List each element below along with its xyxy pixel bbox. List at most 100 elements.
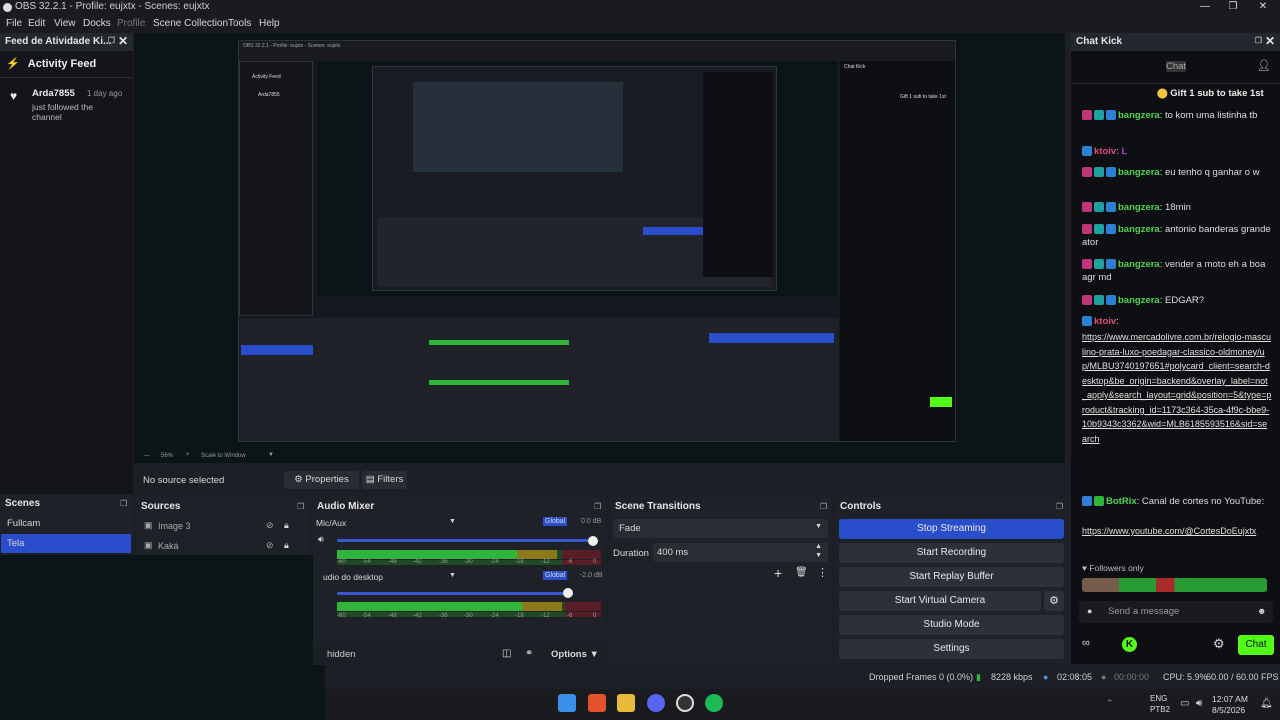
menu-profile[interactable]: Profile (117, 18, 145, 29)
activity-feed-label: Activity Feed (27, 58, 97, 70)
folder-icon[interactable] (617, 694, 635, 712)
transition-select[interactable]: Fade ▼ (613, 519, 828, 538)
channel-mode-badge[interactable]: Global (543, 517, 568, 526)
eye-off-icon[interactable]: ⊘ (266, 540, 274, 551)
menu-scene-collection[interactable]: Scene Collection (153, 18, 228, 29)
emote-row[interactable] (1082, 578, 1267, 592)
close-window-button[interactable]: ✕ (1248, 0, 1278, 15)
menu-view[interactable]: View (54, 18, 76, 29)
menu-help[interactable]: Help (259, 18, 280, 29)
nested-obs-capture: OBS 32.2.1 - Profile: eujxtx - Scenes: e… (238, 40, 956, 442)
close-icon[interactable]: ✕ (1265, 34, 1275, 48)
float-icon[interactable]: ❐ (1255, 36, 1262, 45)
brave-icon[interactable] (588, 694, 606, 712)
clock-time[interactable]: 12:07 AM (1212, 694, 1248, 704)
smile-icon[interactable]: ☻ (1257, 606, 1266, 616)
chat-user[interactable]: bangzera (1118, 167, 1160, 178)
windows-start-icon[interactable] (558, 694, 576, 712)
volume-slider[interactable] (337, 539, 594, 542)
scale-mode[interactable]: Scale to Window (201, 453, 246, 459)
network-icon[interactable]: ▭ (1180, 698, 1189, 709)
chat-user[interactable]: bangzera (1118, 110, 1160, 121)
tray-icon[interactable]: ⌃ (1106, 698, 1114, 709)
stop-streaming-button[interactable]: Stop Streaming (839, 519, 1064, 539)
menu-tools[interactable]: Tools (228, 18, 251, 29)
gear-icon[interactable]: ⚙ (1044, 591, 1064, 611)
volume-icon[interactable]: 🔊︎ (1196, 698, 1202, 709)
filters-button[interactable]: ▤ Filters (362, 471, 407, 489)
chat-input[interactable]: ● Send a message ☻ (1079, 601, 1273, 623)
speaker-icon[interactable]: 🔊︎ (318, 534, 324, 545)
zoom-in-icon[interactable]: + (186, 452, 190, 458)
link-icon[interactable]: ⚭ (525, 648, 533, 659)
chevron-up-icon[interactable]: ▲ (815, 543, 822, 550)
layout-icon[interactable]: ◫ (502, 648, 511, 659)
discord-icon[interactable] (647, 694, 665, 712)
volume-slider[interactable] (337, 592, 567, 595)
float-icon[interactable]: ❐ (108, 36, 115, 45)
lock-icon[interactable]: 🔒︎ (284, 540, 289, 551)
keyboard-layout[interactable]: PTB2 (1150, 705, 1170, 714)
float-icon[interactable]: ❐ (820, 502, 827, 511)
gear-icon[interactable]: ⚙ (1213, 636, 1225, 652)
users-icon[interactable]: 👤︎ (1257, 59, 1271, 72)
settings-button[interactable]: Settings (839, 639, 1064, 659)
lock-icon[interactable]: 🔒︎ (284, 520, 289, 531)
add-icon[interactable]: + (774, 565, 782, 581)
start-virtual-camera-button[interactable]: Start Virtual Camera (839, 591, 1041, 611)
connection-icon[interactable]: ∞ (1082, 637, 1090, 649)
notification-icon[interactable]: 🔔︎ (1260, 698, 1273, 709)
keyboard-language[interactable]: ENG (1150, 694, 1167, 703)
chat-user[interactable]: bangzera (1118, 224, 1160, 235)
signal-icon: ▮ (976, 672, 981, 682)
chat-user[interactable]: bangzera (1118, 259, 1160, 270)
menu-file[interactable]: File (6, 18, 22, 29)
chevron-down-icon[interactable]: ▼ (449, 572, 456, 579)
volume-knob[interactable] (588, 536, 598, 546)
spotify-icon[interactable] (705, 694, 723, 712)
chevron-down-icon[interactable]: ▼ (268, 452, 274, 458)
maximize-button[interactable]: ❐ (1218, 0, 1248, 15)
duration-spinbox[interactable]: 400 ms ▲ ▼ (653, 543, 828, 562)
eye-off-icon[interactable]: ⊘ (266, 520, 274, 531)
gift-banner[interactable]: ⬤ Gift 1 sub to take 1st (1157, 88, 1264, 99)
channel-mode-badge[interactable]: Global (543, 571, 568, 580)
source-item[interactable]: ▣ Kaká ⊘ 🔒︎ (141, 539, 306, 555)
options-button[interactable]: Options ▼ (551, 649, 599, 660)
more-icon[interactable]: ⋮ (817, 566, 828, 579)
scene-item-fullcam[interactable]: Fullcam (7, 518, 40, 529)
properties-button[interactable]: ⚙ Properties (284, 471, 359, 489)
float-icon[interactable]: ❐ (120, 499, 127, 508)
studio-mode-button[interactable]: Studio Mode (839, 615, 1064, 635)
start-recording-button[interactable]: Start Recording (839, 543, 1064, 563)
trash-icon[interactable]: 🗑︎ (795, 567, 808, 578)
chat-link[interactable]: https://www.youtube.com/@CortesDoEujxtx (1082, 524, 1272, 539)
scene-item-tela[interactable]: Tela (1, 534, 131, 553)
clock-date[interactable]: 8/5/2026 (1212, 705, 1245, 715)
obs-icon[interactable] (676, 694, 694, 712)
send-chat-button[interactable]: Chat (1238, 635, 1274, 655)
menu-edit[interactable]: Edit (28, 18, 45, 29)
chat-tab[interactable]: Chat (1166, 61, 1187, 72)
chevron-down-icon[interactable]: ▼ (815, 552, 822, 559)
menu-docks[interactable]: Docks (83, 18, 111, 29)
chat-user[interactable]: BotRix (1106, 496, 1137, 507)
kick-logo-icon[interactable]: K (1122, 637, 1137, 652)
close-icon[interactable]: ✕ (118, 34, 128, 48)
chat-user[interactable]: bangzera (1118, 202, 1160, 213)
float-icon[interactable]: ❐ (1056, 502, 1063, 511)
emoji-icon[interactable]: ● (1087, 606, 1092, 616)
zoom-out-icon[interactable]: — (144, 453, 150, 459)
float-icon[interactable]: ❐ (594, 502, 601, 511)
chat-input-placeholder: Send a message (1108, 606, 1180, 617)
chevron-down-icon[interactable]: ▼ (449, 518, 456, 525)
chat-link[interactable]: https://www.mercadolivre.com.br/relogio-… (1082, 330, 1272, 446)
chat-user[interactable]: ktoiv (1094, 316, 1116, 327)
source-item[interactable]: ▣ Image 3 ⊘ 🔒︎ (141, 519, 306, 535)
minimize-button[interactable]: — (1190, 0, 1220, 15)
chat-user[interactable]: bangzera (1118, 295, 1160, 306)
float-icon[interactable]: ❐ (297, 502, 304, 511)
start-replay-buffer-button[interactable]: Start Replay Buffer (839, 567, 1064, 587)
chat-user[interactable]: ktoiv (1094, 146, 1116, 157)
volume-knob[interactable] (563, 588, 573, 598)
